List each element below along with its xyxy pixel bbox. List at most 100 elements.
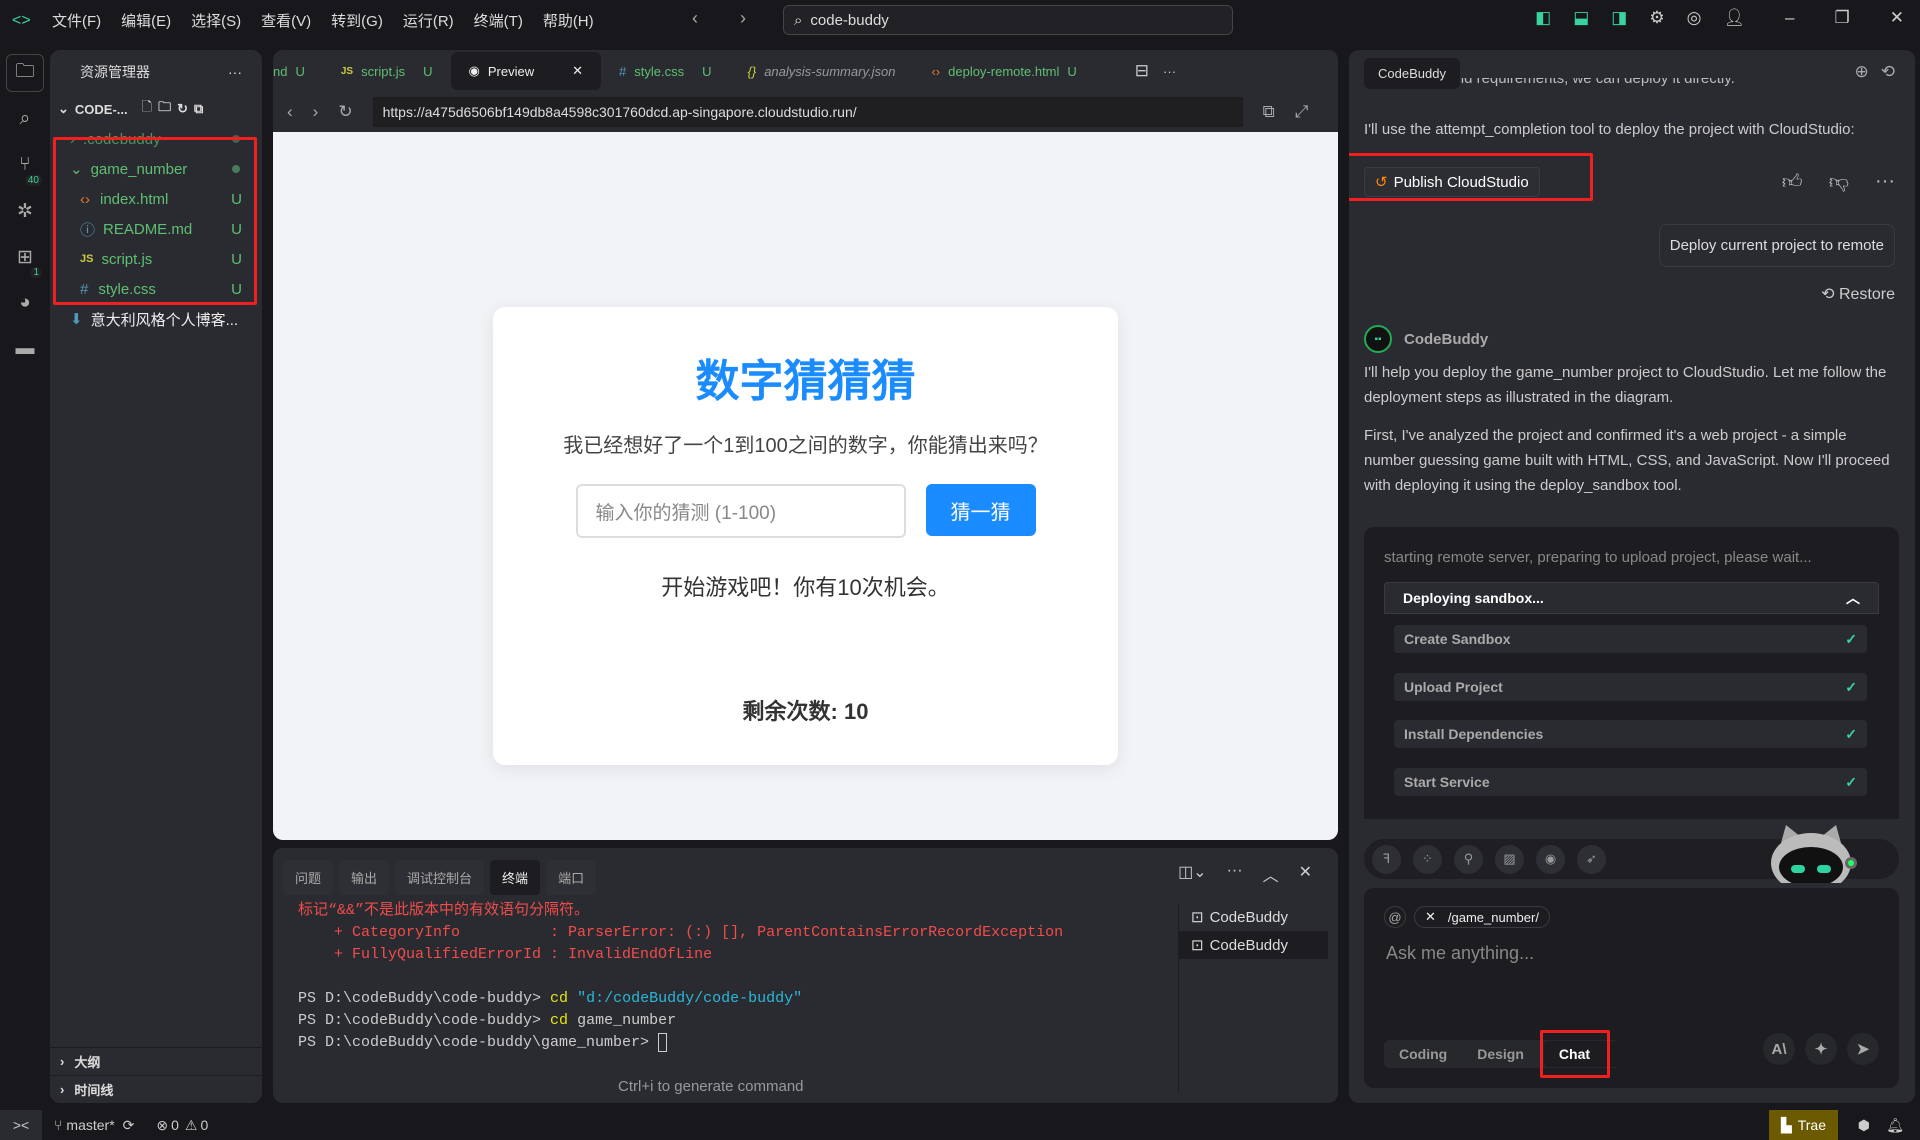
menu-file[interactable]: 文件(F) <box>52 10 101 31</box>
collapse-icon[interactable]: ⧉ <box>194 101 203 117</box>
status-bar: >< ⑂ master* ⟳ ⊗ 0 ⚠ 0 ▙ Trae ⬢ 🔔︎ <box>0 1110 1920 1140</box>
account-icon[interactable]: 👤︎ <box>1723 8 1745 28</box>
more-icon[interactable]: ··· <box>1227 862 1243 886</box>
tab-terminal[interactable]: 终端 <box>490 860 541 895</box>
mention-icon[interactable]: @ <box>1384 906 1406 928</box>
back-icon[interactable]: ‹ <box>692 8 698 29</box>
back-icon[interactable]: ‹ <box>287 102 293 122</box>
expand-icon[interactable]: ⤢ <box>1295 102 1309 122</box>
remote-icon[interactable]: >< <box>0 1110 42 1140</box>
send-icon[interactable]: ➤ <box>1847 1033 1879 1065</box>
trae-button[interactable]: ▙ Trae <box>1768 1110 1838 1140</box>
gear-icon[interactable]: ⚙ <box>1649 8 1664 28</box>
tab-problems[interactable]: 问题 <box>283 860 334 895</box>
plugin-icon[interactable]: ⚲ <box>1454 844 1483 874</box>
command-search[interactable]: ⌕ code-buddy <box>783 5 1233 35</box>
extensions-icon[interactable]: ⊞ 1 <box>0 234 50 280</box>
new-file-icon[interactable]: 🗋 <box>142 98 152 120</box>
split-terminal-icon[interactable]: ◫⌄ <box>1178 862 1207 886</box>
more-icon[interactable]: ··· <box>1875 170 1895 194</box>
tab-preview[interactable]: ◉ Preview ✕ <box>450 52 602 90</box>
maximize-icon[interactable]: ❐ <box>1835 8 1850 28</box>
error-count[interactable]: 0 <box>171 1117 179 1133</box>
copilot-icon[interactable]: ◎ <box>1687 8 1702 28</box>
thumbs-up-icon[interactable]: 👍︎ <box>1782 170 1803 194</box>
warning-count[interactable]: 0 <box>200 1117 208 1133</box>
toggle-secondary-sidebar-icon[interactable]: ◨ <box>1611 8 1627 28</box>
tab-script-js[interactable]: JS script.js U <box>323 52 451 90</box>
components-icon[interactable]: ⁘ <box>1413 844 1442 874</box>
split-editor-icon[interactable]: ⊟ <box>1135 61 1149 81</box>
sparkle-icon[interactable]: ✦ <box>1805 1033 1837 1065</box>
timeline-section[interactable]: › 时间线 <box>50 1075 262 1103</box>
forward-icon[interactable]: › <box>313 102 319 122</box>
tab-analysis-json[interactable]: {} analysis-summary.json <box>730 52 914 90</box>
menu-go[interactable]: 转到(G) <box>331 10 383 31</box>
project-header[interactable]: ⌄ CODE-... 🗋 🗀 ↻ ⧉ <box>50 94 262 124</box>
close-window-icon[interactable]: ✕ <box>1890 8 1904 28</box>
explorer-panel: 资源管理器 ··· ⌄ CODE-... 🗋 🗀 ↻ ⧉ › .codebuddy ⌄ game… <box>50 50 262 1103</box>
tab-label: nd <box>273 63 288 79</box>
guess-input[interactable]: 输入你的猜测 (1-100) <box>575 484 906 538</box>
forward-icon[interactable]: › <box>740 8 746 29</box>
figma-icon[interactable]: ꟻ <box>1372 844 1401 874</box>
menu-terminal[interactable]: 终端(T) <box>474 10 523 31</box>
tab-deploy-remote[interactable]: ‹› deploy-remote.html U <box>913 52 1094 90</box>
toggle-panel-icon[interactable]: ⬓ <box>1573 8 1589 28</box>
codebuddy-status-icon[interactable]: ⬢ <box>1858 1117 1870 1134</box>
new-chat-icon[interactable]: ⊕ <box>1855 62 1869 82</box>
menu-view[interactable]: 查看(V) <box>261 10 311 31</box>
menu-selection[interactable]: 选择(S) <box>191 10 241 31</box>
open-external-icon[interactable]: ⧉ <box>1263 102 1275 122</box>
bell-icon[interactable]: 🔔︎ <box>1886 1117 1904 1134</box>
deploy-header[interactable]: Deploying sandbox... ︿ <box>1384 582 1879 614</box>
history-icon[interactable]: ⟲ <box>1881 62 1895 82</box>
menu-help[interactable]: 帮助(H) <box>543 10 594 31</box>
model-selector[interactable]: A\ <box>1763 1033 1795 1065</box>
terminal-session[interactable]: ⊡ CodeBuddy <box>1179 931 1328 959</box>
explorer-icon[interactable]: 🗀︎ <box>6 54 44 92</box>
mode-coding[interactable]: Coding <box>1384 1046 1462 1062</box>
sync-icon[interactable]: ⟳ <box>123 1117 135 1134</box>
toggle-sidebar-icon[interactable]: ◧ <box>1535 8 1551 28</box>
tab-readme[interactable]: nd U <box>273 52 323 90</box>
outline-section[interactable]: › 大纲 <box>50 1047 262 1075</box>
minimize-icon[interactable]: – <box>1785 8 1794 28</box>
panel-icon[interactable]: ▬ <box>0 326 50 372</box>
codebuddy-icon[interactable]: ◕ <box>0 280 50 326</box>
debug-icon[interactable]: ✲ <box>0 188 50 234</box>
guess-button[interactable]: 猜一猜 <box>925 484 1036 536</box>
maximize-panel-icon[interactable]: ︿ <box>1263 862 1279 886</box>
menu-run[interactable]: 运行(R) <box>403 10 454 31</box>
tab-debug-console[interactable]: 调试控制台 <box>395 860 485 895</box>
thumbs-down-icon[interactable]: 👎︎ <box>1829 170 1849 194</box>
more-icon[interactable]: ··· <box>1163 64 1176 79</box>
terminal-session[interactable]: ⊡ CodeBuddy <box>1179 903 1328 931</box>
remove-context-icon[interactable]: ✕ <box>1425 909 1436 925</box>
chat-input[interactable]: Ask me anything... <box>1386 943 1534 964</box>
restore-button[interactable]: ⟲ Restore <box>1821 284 1895 304</box>
more-icon[interactable]: ··· <box>228 64 242 80</box>
image-upload-icon[interactable]: ▨ <box>1495 844 1524 874</box>
reload-icon[interactable]: ↻ <box>338 102 352 122</box>
close-panel-icon[interactable]: ✕ <box>1299 862 1312 886</box>
terminal-output[interactable]: 标记“&&”不是此版本中的有效语句分隔符。 + CategoryInfo : P… <box>298 900 1063 1054</box>
menu-edit[interactable]: 编辑(E) <box>121 10 171 31</box>
tab-style-css[interactable]: # style.css U <box>601 52 729 90</box>
mode-design[interactable]: Design <box>1462 1046 1539 1062</box>
close-tab-icon[interactable]: ✕ <box>572 63 583 79</box>
context-chip[interactable]: ✕ /game_number/ <box>1414 906 1550 928</box>
refresh-icon[interactable]: ↻ <box>177 101 188 117</box>
source-control-icon[interactable]: ⑂ 40 <box>0 142 50 188</box>
eye-icon[interactable]: ◉ <box>1536 844 1565 874</box>
tab-ports[interactable]: 端口 <box>546 860 597 895</box>
rocket-icon[interactable]: ➶ <box>1577 844 1606 874</box>
tab-output[interactable]: 输出 <box>339 860 390 895</box>
new-folder-icon[interactable]: 🗀 <box>158 98 171 120</box>
scm-badge: 40 <box>24 175 42 186</box>
chat-tab[interactable]: CodeBuddy <box>1364 58 1460 89</box>
url-input[interactable]: https://a475d6506bf149db8a4598c301760dcd… <box>372 97 1243 127</box>
search-view-icon[interactable]: ⌕ <box>0 96 50 142</box>
tree-item-blog[interactable]: ⬇ 意大利风格个人博客... <box>50 304 262 334</box>
branch-name[interactable]: master* <box>66 1117 114 1133</box>
